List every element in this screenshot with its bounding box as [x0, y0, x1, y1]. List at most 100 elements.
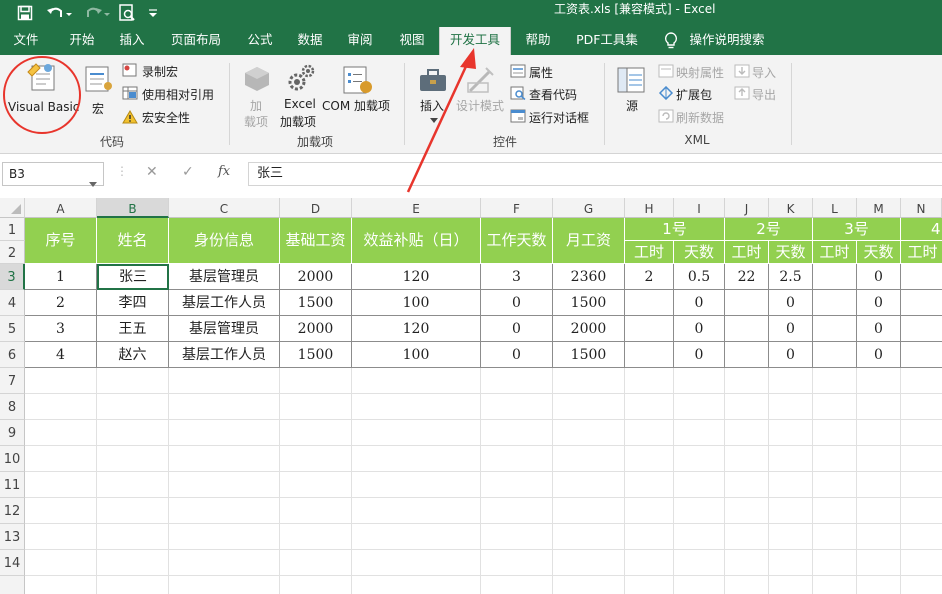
- formula-input[interactable]: 张三: [248, 162, 942, 186]
- cell-day2-hours[interactable]: [725, 290, 769, 316]
- cell-day4-hours[interactable]: [901, 264, 942, 290]
- view-code-button[interactable]: 查看代码: [510, 85, 590, 103]
- cell-day3-hours[interactable]: [813, 264, 857, 290]
- cell-day4-hours[interactable]: [901, 342, 942, 368]
- header-monthly-salary[interactable]: 月工资: [553, 218, 625, 264]
- tab-pdf-tools[interactable]: PDF工具集: [572, 27, 642, 55]
- column-header-a[interactable]: A: [25, 198, 97, 218]
- cell-day2-hours[interactable]: 22: [725, 264, 769, 290]
- row-header-2[interactable]: 2: [0, 241, 25, 264]
- addins-button[interactable]: 加 载项: [242, 63, 272, 129]
- column-header-h[interactable]: H: [625, 198, 674, 218]
- insert-function-icon[interactable]: fx: [218, 164, 230, 179]
- cell-day2-hours[interactable]: [725, 342, 769, 368]
- cell-day1-hours[interactable]: 2: [625, 264, 674, 290]
- cell-day1-days[interactable]: 0.5: [674, 264, 725, 290]
- column-header-f[interactable]: F: [481, 198, 553, 218]
- cell-day3-days[interactable]: 0: [857, 264, 901, 290]
- cell-day1-hours[interactable]: [625, 290, 674, 316]
- row-header-11[interactable]: 11: [0, 472, 25, 498]
- cell-day2-days[interactable]: 0: [769, 290, 813, 316]
- lightbulb-icon[interactable]: [660, 27, 682, 55]
- cell-seq[interactable]: 3: [25, 316, 97, 342]
- row-header-15[interactable]: [0, 576, 25, 594]
- macros-button[interactable]: 宏: [82, 60, 116, 122]
- enter-icon[interactable]: ✓: [182, 164, 194, 180]
- cell-identity[interactable]: 基层工作人员: [169, 342, 280, 368]
- cell-name[interactable]: 张三: [97, 264, 169, 290]
- row-header-14[interactable]: 14: [0, 550, 25, 576]
- cell-work-days[interactable]: 0: [481, 290, 553, 316]
- visual-basic-button[interactable]: Visual Basic: [6, 60, 79, 122]
- cell-day2-hours[interactable]: [725, 316, 769, 342]
- header-base-salary[interactable]: 基础工资: [280, 218, 352, 264]
- cell-base-salary[interactable]: 2000: [280, 264, 352, 290]
- tab-page-layout[interactable]: 页面布局: [164, 27, 228, 55]
- header-bonus[interactable]: 效益补贴（日）: [352, 218, 481, 264]
- tab-developer[interactable]: 开发工具: [439, 27, 511, 55]
- cell-work-days[interactable]: 0: [481, 342, 553, 368]
- header-day-1[interactable]: 1号: [625, 218, 725, 241]
- cell-base-salary[interactable]: 1500: [280, 342, 352, 368]
- cell-day1-hours[interactable]: [625, 342, 674, 368]
- save-icon[interactable]: [14, 4, 36, 22]
- excel-addins-button[interactable]: Excel 加载项: [280, 63, 322, 129]
- cell-name[interactable]: 赵六: [97, 342, 169, 368]
- cell-identity[interactable]: 基层管理员: [169, 316, 280, 342]
- xml-import-button[interactable]: 导入: [734, 63, 782, 81]
- cell-day1-days[interactable]: 0: [674, 316, 725, 342]
- tab-formulas[interactable]: 公式: [240, 27, 280, 55]
- column-header-e[interactable]: E: [352, 198, 481, 218]
- cell-day1-days[interactable]: 0: [674, 290, 725, 316]
- row-header-12[interactable]: 12: [0, 498, 25, 524]
- cell-name[interactable]: 李四: [97, 290, 169, 316]
- column-header-g[interactable]: G: [553, 198, 625, 218]
- column-header-i[interactable]: I: [674, 198, 725, 218]
- cell-seq[interactable]: 2: [25, 290, 97, 316]
- cell-bonus[interactable]: 120: [352, 264, 481, 290]
- header-hours[interactable]: 工时: [901, 241, 942, 264]
- cell-bonus[interactable]: 100: [352, 290, 481, 316]
- tell-me-search[interactable]: 操作说明搜索: [686, 27, 768, 55]
- print-preview-icon[interactable]: [116, 4, 138, 22]
- expansion-packs-button[interactable]: 扩展包: [658, 85, 718, 103]
- cancel-icon[interactable]: ✕: [146, 164, 158, 180]
- map-properties-button[interactable]: 映射属性: [658, 63, 730, 81]
- cell-bonus[interactable]: 120: [352, 316, 481, 342]
- cell-seq[interactable]: 4: [25, 342, 97, 368]
- header-hours[interactable]: 工时: [725, 241, 769, 264]
- cell-monthly-salary[interactable]: 1500: [553, 290, 625, 316]
- row-header-6[interactable]: 6: [0, 342, 25, 368]
- cell-bonus[interactable]: 100: [352, 342, 481, 368]
- xml-export-button[interactable]: 导出: [734, 85, 782, 103]
- cell-monthly-salary[interactable]: 2360: [553, 264, 625, 290]
- row-header-4[interactable]: 4: [0, 290, 25, 316]
- row-header-1[interactable]: 1: [0, 218, 25, 241]
- tab-file[interactable]: 文件: [6, 27, 46, 55]
- row-header-5[interactable]: 5: [0, 316, 25, 342]
- cell-base-salary[interactable]: 2000: [280, 316, 352, 342]
- relative-references-button[interactable]: 使用相对引用: [122, 85, 222, 103]
- row-header-9[interactable]: 9: [0, 420, 25, 446]
- com-addins-button[interactable]: COM 加载项: [322, 63, 396, 113]
- tab-insert[interactable]: 插入: [112, 27, 152, 55]
- select-all-corner[interactable]: [0, 198, 25, 218]
- cell-day4-hours[interactable]: [901, 316, 942, 342]
- redo-icon[interactable]: [82, 4, 112, 22]
- customize-qat-icon[interactable]: [146, 4, 160, 22]
- tab-data[interactable]: 数据: [290, 27, 330, 55]
- macro-security-button[interactable]: 宏安全性: [122, 108, 212, 126]
- name-box[interactable]: B3: [2, 162, 104, 187]
- header-seq[interactable]: 序号: [25, 218, 97, 264]
- cell-identity[interactable]: 基层管理员: [169, 264, 280, 290]
- tab-help[interactable]: 帮助: [518, 27, 558, 55]
- column-header-d[interactable]: D: [280, 198, 352, 218]
- header-day-3[interactable]: 3号: [813, 218, 901, 241]
- header-identity[interactable]: 身份信息: [169, 218, 280, 264]
- properties-button[interactable]: 属性: [510, 63, 590, 81]
- xml-source-button[interactable]: 源: [614, 63, 650, 113]
- refresh-data-button[interactable]: 刷新数据: [658, 108, 730, 126]
- header-hours[interactable]: 工时: [813, 241, 857, 264]
- header-daycount[interactable]: 天数: [769, 241, 813, 264]
- insert-control-button[interactable]: 插入: [414, 63, 454, 129]
